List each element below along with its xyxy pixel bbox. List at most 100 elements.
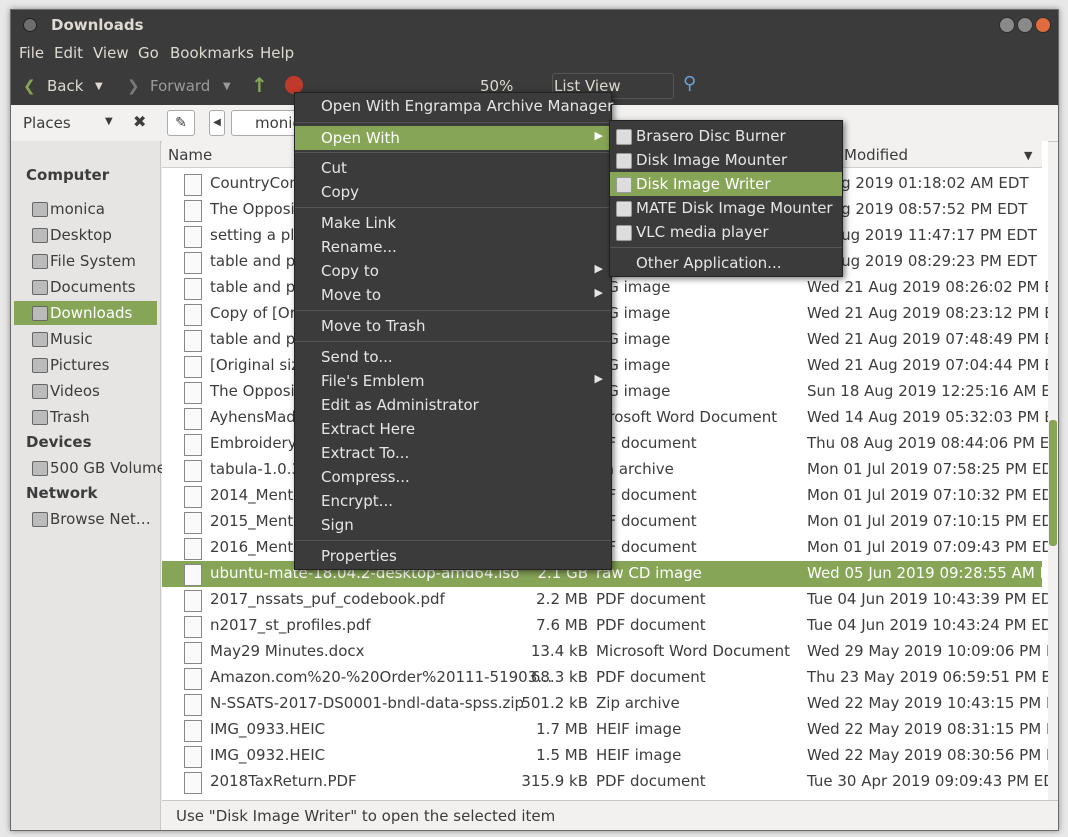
submenu-item-brasero[interactable]: Brasero Disc Burner [610,124,842,148]
sidebar-item-documents[interactable]: Documents [14,275,157,299]
path-left-arrow-icon[interactable]: ◀ [209,110,225,136]
menu-item-move-to[interactable]: Move to ▶ [295,283,611,307]
file-icon [184,720,202,742]
menu-item-encrypt[interactable]: Encrypt... [295,489,611,513]
sidebar-item-music[interactable]: Music [14,327,157,351]
menu-item-edit-as-administrator[interactable]: Edit as Administrator [295,393,611,417]
menu-item-properties[interactable]: Properties [295,544,611,568]
file-icon [184,512,202,534]
file-type: HEIF image [596,720,682,738]
file-type: PDF document [596,668,706,686]
back-history-chevron-icon[interactable]: ▼ [95,81,103,92]
menu-item-extract-here[interactable]: Extract Here [295,417,611,441]
submenu-item-disk-image-mounter[interactable]: Disk Image Mounter [610,148,842,172]
menu-item-cut[interactable]: Cut [295,156,611,180]
menu-separator [295,207,611,208]
file-modified: Wed 21 Aug 2019 07:48:49 PM EDT [807,330,1048,348]
sidebar-item-pictures[interactable]: Pictures [14,353,157,377]
file-name: Copy of [Ori [210,304,301,322]
minimize-button[interactable] [999,17,1015,33]
menu-item-make-link[interactable]: Make Link [295,211,611,235]
up-arrow-icon[interactable]: ↑ [251,73,268,97]
drive-icon [32,254,48,269]
menu-help[interactable]: Help [260,44,294,62]
file-size: 7.6 MB [536,616,588,634]
menu-item-rename[interactable]: Rename... [295,235,611,259]
maximize-button[interactable] [1017,17,1033,33]
table-row[interactable]: IMG_0932.HEIC 1.5 MB HEIF image Wed 22 May … [162,743,1048,769]
menu-bar: File Edit View Go Bookmarks Help [11,40,1058,65]
table-row[interactable]: 2018TaxReturn.PDF 315.9 kB PDF document Tue… [162,769,1048,795]
sidebar-item-monica[interactable]: monica [14,197,157,221]
file-size: 2.2 MB [536,590,588,608]
search-icon[interactable]: ⚲ [683,73,696,94]
submenu-item-mate-disk-image-mounter[interactable]: MATE Disk Image Mounter [610,196,842,220]
file-type: PDF document [596,616,706,634]
table-row[interactable]: N-SSATS-2017-DS0001-bndl-data-spss.zip 50… [162,691,1048,717]
places-dropdown[interactable]: Places [23,114,71,132]
file-modified: Thu 23 May 2019 06:59:51 PM EDT [807,668,1048,686]
disk-image-mounter-icon [616,153,632,169]
brasero-icon [616,129,632,145]
sidebar-item-browse-network[interactable]: Browse Net… [14,507,157,531]
menu-file[interactable]: File [19,44,44,62]
close-button[interactable] [1035,17,1051,33]
drive-icon [32,461,48,476]
menu-item-files-emblem[interactable]: File's Emblem ▶ [295,369,611,393]
places-chevron-icon[interactable]: ▼ [105,116,113,127]
sidebar-item-desktop[interactable]: Desktop [14,223,157,247]
file-type: PDF document [596,772,706,790]
file-name: table and pa [210,252,305,270]
file-modified: Wed 22 May 2019 08:31:15 PM EDT [807,720,1048,738]
file-name: table and pa [210,278,305,296]
menu-edit[interactable]: Edit [54,44,83,62]
column-modified[interactable]: Modified [844,146,908,164]
edit-location-icon[interactable]: ✎ [167,110,195,136]
file-modified: Wed 21 Aug 2019 08:23:12 PM EDT [807,304,1048,322]
column-name[interactable]: Name [168,146,212,164]
menu-item-open-with-engrampa[interactable]: Open With Engrampa Archive Manager [295,94,613,118]
menu-item-copy[interactable]: Copy [295,180,611,204]
menu-go[interactable]: Go [138,44,159,62]
title-bar[interactable]: Downloads [11,10,1058,40]
back-button[interactable]: Back [47,77,83,95]
file-icon [184,330,202,352]
sort-chevron-icon[interactable]: ▼ [1024,149,1032,162]
file-type: Microsoft Word Document [596,642,791,660]
menu-item-copy-to[interactable]: Copy to ▶ [295,259,611,283]
menu-item-compress[interactable]: Compress... [295,465,611,489]
file-name: Embroidery [210,434,297,452]
menu-item-sign[interactable]: Sign [295,513,611,537]
forward-history-chevron-icon[interactable]: ▼ [223,81,231,92]
context-menu: Open With Engrampa Archive Manager Open W… [294,92,613,570]
table-row[interactable]: Amazon.com%20-%20Order%20111-51903… 68.3 … [162,665,1048,691]
menu-item-move-to-trash[interactable]: Move to Trash [295,314,611,338]
table-row[interactable]: 2017_nssats_puf_codebook.pdf 2.2 MB PDF do… [162,587,1048,613]
forward-button[interactable]: Forward [150,77,210,95]
sidebar-item-volume[interactable]: 500 GB Volume [14,456,166,480]
table-row[interactable]: May29 Minutes.docx 13.4 kB Microsoft Word … [162,639,1048,665]
menu-item-extract-to[interactable]: Extract To... [295,441,611,465]
scrollbar-thumb[interactable] [1049,420,1057,546]
menu-bookmarks[interactable]: Bookmarks [170,44,254,62]
scrollbar[interactable] [1048,167,1058,800]
sidebar-item-file-system[interactable]: File System [14,249,157,273]
sidebar-item-downloads[interactable]: Downloads [14,301,157,325]
submenu-item-other-application[interactable]: Other Application... [610,251,842,275]
status-bar: Use "Disk Image Writer" to open the sele… [162,800,1058,830]
sidebar-item-videos[interactable]: Videos [14,379,157,403]
submenu-item-vlc[interactable]: VLC media player [610,220,842,244]
close-sidebar-icon[interactable]: ✖ [133,112,146,131]
file-icon [184,590,202,612]
window-menu-icon[interactable] [23,18,37,32]
menu-item-open-with[interactable]: Open With ▶ [295,126,611,150]
file-icon [184,538,202,560]
sidebar-item-trash[interactable]: Trash [14,405,157,429]
file-name: The Opposit [210,200,301,218]
menu-view[interactable]: View [93,44,129,62]
table-row[interactable]: n2017_st_profiles.pdf 7.6 MB PDF document T… [162,613,1048,639]
file-size: 68.3 kB [530,668,588,686]
table-row[interactable]: IMG_0933.HEIC 1.7 MB HEIF image Wed 22 May … [162,717,1048,743]
submenu-item-disk-image-writer[interactable]: Disk Image Writer [610,172,842,196]
menu-item-send-to[interactable]: Send to... [295,345,611,369]
